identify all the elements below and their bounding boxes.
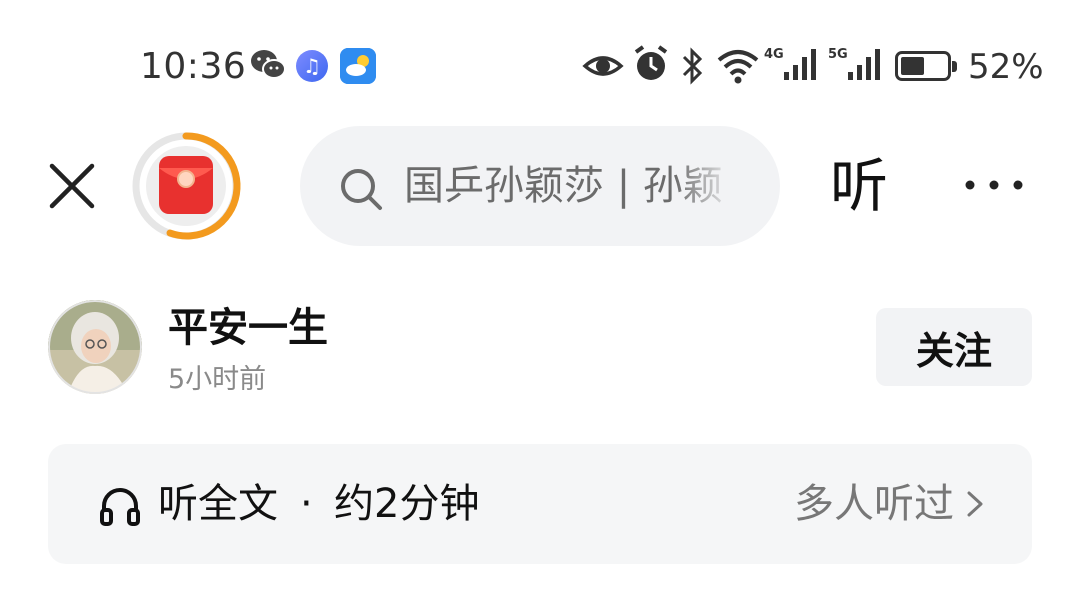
signal-icon: 4G <box>764 47 816 80</box>
status-time: 10:36 <box>140 46 247 87</box>
alarm-icon <box>634 45 668 80</box>
battery-fill <box>901 57 924 75</box>
listen-button[interactable]: 听 <box>830 150 888 222</box>
bluetooth-icon <box>682 47 703 85</box>
follow-button[interactable]: 关注 <box>876 308 1032 386</box>
weather-icon <box>340 48 376 84</box>
author-name[interactable]: 平安一生 <box>168 302 328 354</box>
battery-icon <box>895 51 957 81</box>
search-placeholder: 国乒孙颖莎 | 孙颖 <box>404 163 723 209</box>
listen-duration: 约2分钟 <box>334 481 480 527</box>
more-icon[interactable] <box>962 170 1026 200</box>
search-icon <box>341 169 382 210</box>
listen-full-text-bar[interactable]: 听全文 · 约2分钟 多人听过 <box>48 444 1032 564</box>
svg-text:5G: 5G <box>828 47 848 62</box>
listen-full-text-label: 听全文 <box>158 481 278 527</box>
svg-text:4G: 4G <box>764 47 784 62</box>
headphone-icon <box>100 488 140 526</box>
avatar[interactable] <box>48 300 142 394</box>
separator-dot: · <box>300 481 313 527</box>
wechat-icon <box>251 50 286 79</box>
search-box[interactable]: 国乒孙颖莎 | 孙颖 <box>300 126 780 246</box>
signal-icon: 5G <box>828 47 880 80</box>
close-button[interactable] <box>46 160 98 212</box>
eye-icon <box>582 56 624 76</box>
chevron-right-icon <box>967 491 983 517</box>
wifi-icon <box>717 50 759 84</box>
many-listened-label[interactable]: 多人听过 <box>794 444 954 564</box>
battery-percent: 52% <box>968 47 1044 87</box>
post-time: 5小时前 <box>168 364 267 395</box>
status-bar: 10:36 ♫ 4G 5G 52% <box>0 0 1080 130</box>
music-icon: ♫ <box>296 50 328 82</box>
red-packet-icon[interactable] <box>130 130 242 242</box>
